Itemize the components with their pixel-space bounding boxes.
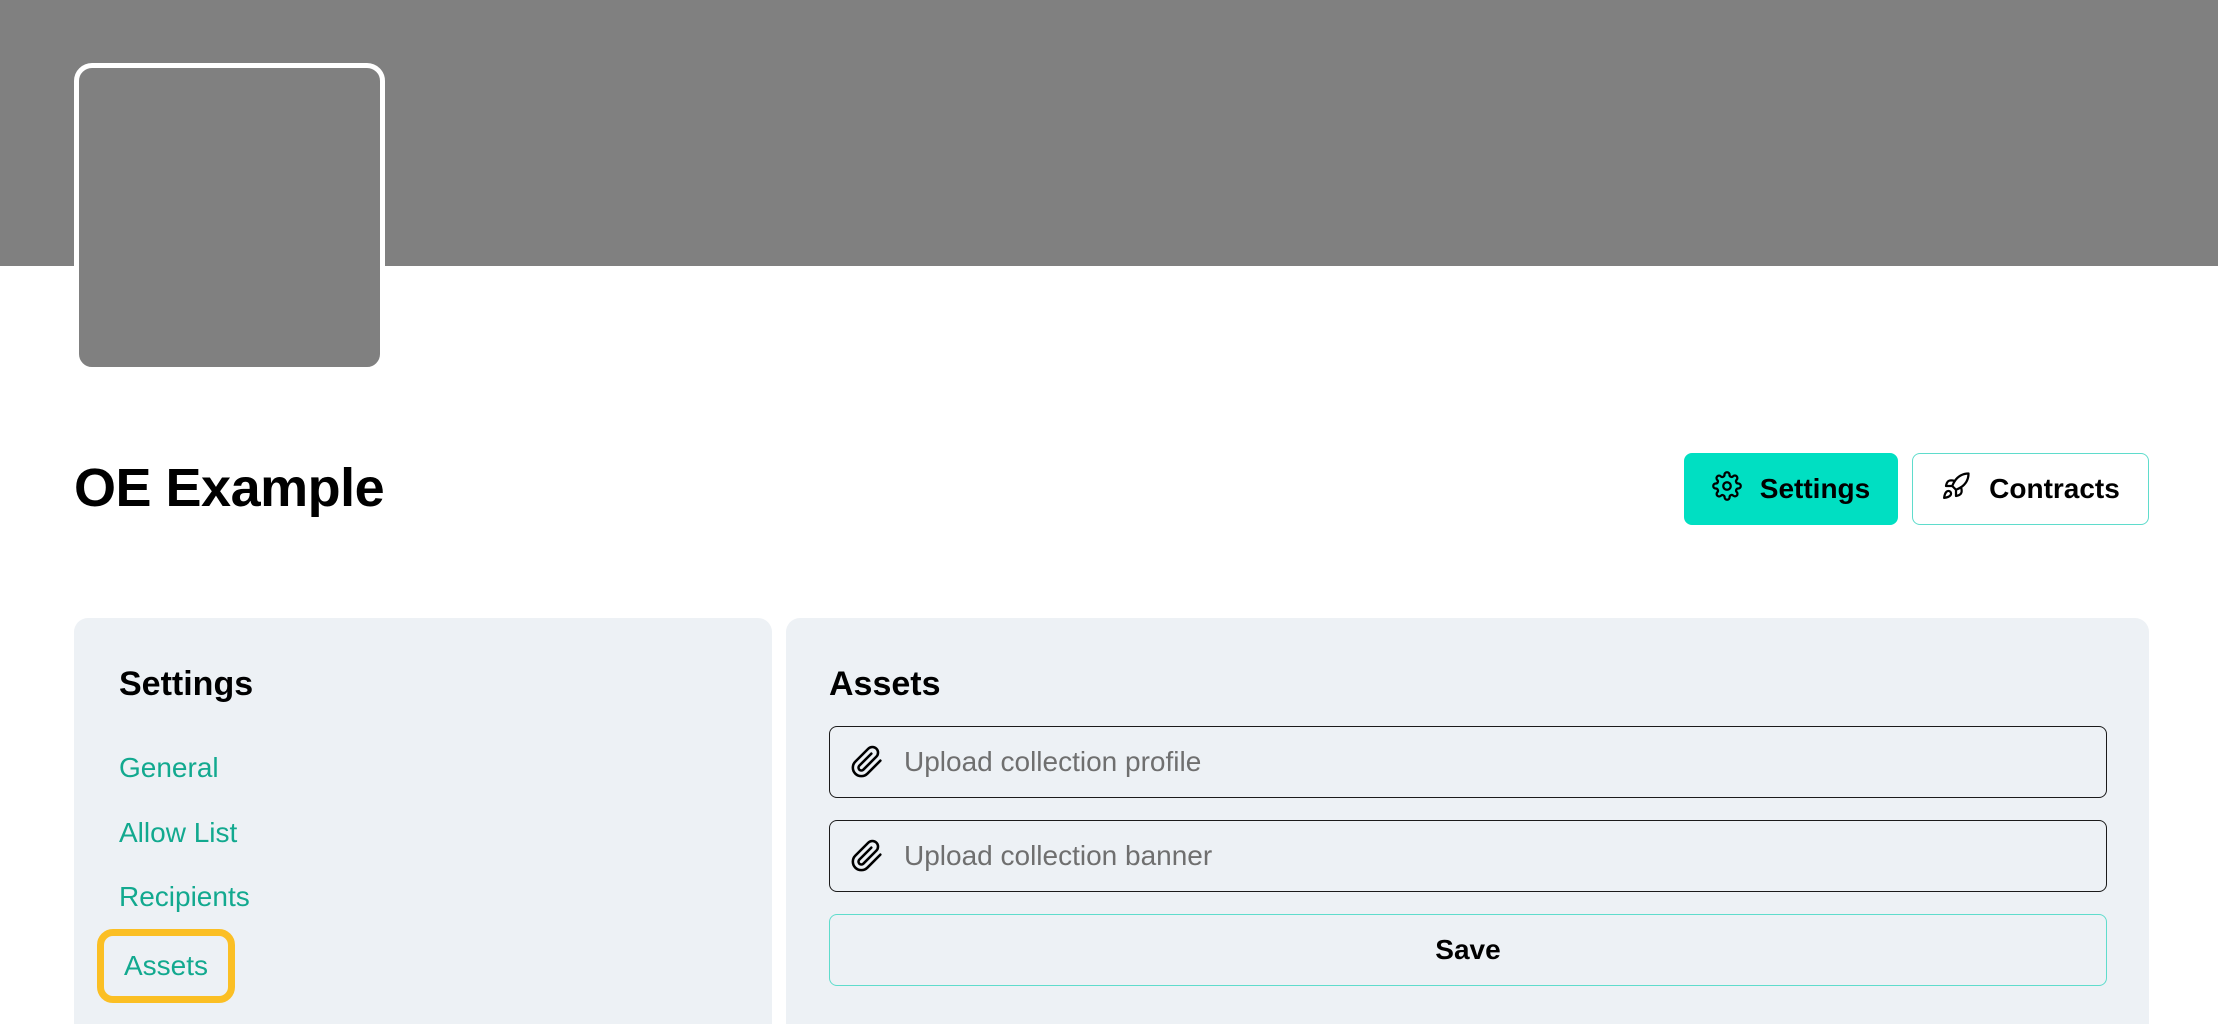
sidebar-item-recipients[interactable]: Recipients xyxy=(119,877,250,917)
contracts-button[interactable]: Contracts xyxy=(1912,453,2149,525)
settings-button[interactable]: Settings xyxy=(1684,453,1898,525)
settings-sidebar-heading: Settings xyxy=(119,665,254,703)
sidebar-item-general[interactable]: General xyxy=(119,748,219,788)
sidebar-item-allow-list[interactable]: Allow List xyxy=(119,813,237,853)
paperclip-icon xyxy=(851,839,882,872)
settings-sidebar: Settings General Allow List Recipients A… xyxy=(74,618,772,1024)
upload-collection-banner-placeholder: Upload collection banner xyxy=(904,840,1213,871)
sidebar-item-assets[interactable]: Assets xyxy=(97,929,236,1003)
paperclip-icon xyxy=(851,745,882,778)
contracts-button-label: Contracts xyxy=(1989,473,2120,504)
collection-page: OE Example Settings Contracts Settings G… xyxy=(0,0,2218,1024)
upload-collection-banner-field[interactable]: Upload collection banner xyxy=(829,820,2107,892)
gear-icon xyxy=(1711,470,1742,508)
rocket-icon xyxy=(1941,471,1971,508)
settings-button-label: Settings xyxy=(1759,473,1871,504)
page-title: OE Example xyxy=(74,458,385,518)
assets-panel-heading: Assets xyxy=(829,665,941,703)
collection-avatar xyxy=(74,63,385,372)
save-button[interactable]: Save xyxy=(829,914,2107,986)
upload-collection-profile-placeholder: Upload collection profile xyxy=(904,746,1202,777)
assets-panel: Assets Upload collection profile Upload … xyxy=(786,618,2149,1024)
upload-collection-profile-field[interactable]: Upload collection profile xyxy=(829,726,2107,798)
